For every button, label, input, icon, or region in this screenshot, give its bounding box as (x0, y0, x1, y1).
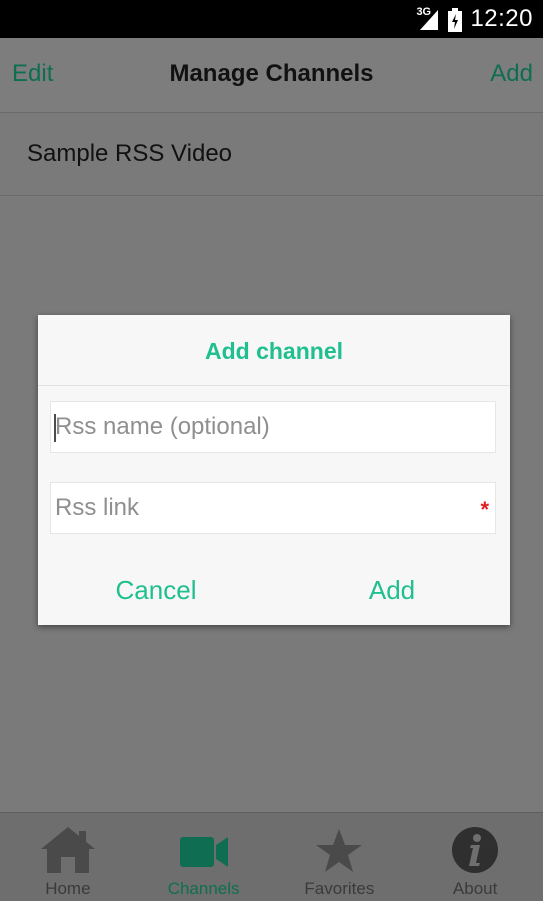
tab-channels-label: Channels (167, 879, 240, 898)
tab-home-label: Home (45, 879, 91, 898)
rss-name-input[interactable] (51, 402, 495, 452)
rss-name-field (50, 401, 496, 453)
tab-about-label: About (452, 879, 498, 898)
required-marker: * (480, 497, 489, 522)
video-camera-icon (179, 837, 228, 867)
tab-favorites[interactable]: Favorites (272, 813, 408, 901)
text-cursor (54, 414, 56, 442)
rss-link-input[interactable] (51, 483, 495, 533)
add-button[interactable]: Add (274, 555, 510, 625)
channel-list-item[interactable]: Sample RSS Video (0, 113, 543, 196)
status-time: 12:20 (470, 5, 533, 32)
page-title: Manage Channels (169, 60, 374, 87)
info-icon (452, 827, 499, 873)
channel-list: Sample RSS Video (0, 113, 543, 196)
app-bar: Edit Manage Channels Add (0, 38, 543, 113)
tab-favorites-label: Favorites (304, 879, 375, 898)
status-bar: 3G 12:20 (0, 0, 543, 38)
add-channel-button[interactable]: Add (490, 60, 533, 88)
battery-icon (448, 8, 463, 32)
network-type: 3G (416, 6, 432, 18)
rss-link-field: * (50, 482, 496, 534)
add-channel-dialog: Add channel * Cancel Add (38, 315, 510, 625)
tab-channels[interactable]: Channels (136, 813, 272, 901)
star-icon (316, 829, 363, 872)
home-icon (40, 827, 95, 873)
signal-icon: 3G (416, 6, 440, 31)
tab-about[interactable]: About (407, 813, 543, 901)
cancel-button[interactable]: Cancel (38, 555, 274, 625)
tab-home[interactable]: Home (0, 813, 136, 901)
dialog-title: Add channel (38, 315, 510, 386)
bottom-tab-bar: Home Channels Favorites About (0, 812, 543, 901)
